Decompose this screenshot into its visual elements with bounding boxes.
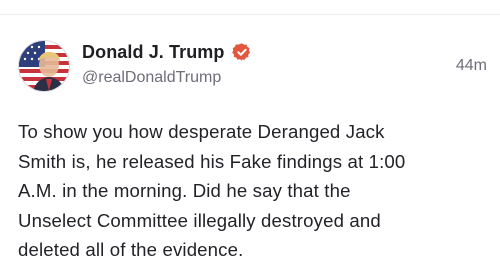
display-name-row: Donald J. Trump [82,40,252,64]
post-body-line: A.M. in the morning. Did he say that the [18,180,351,201]
post-card[interactable]: Donald J. Trump @realDonaldTrump 44m To … [0,0,500,272]
avatar[interactable] [18,40,70,92]
display-name[interactable]: Donald J. Trump [82,42,225,63]
post-body-line: deleted all of the evidence. [18,239,244,260]
post-body-line: Unselect Committee illegally destroyed a… [18,209,381,231]
post-body-line: To show you how desperate Deranged Jack [18,121,385,142]
post-body: To show you how desperate Deranged Jack … [18,117,488,265]
verified-badge-icon [231,42,252,62]
user-handle[interactable]: @realDonaldTrump [82,69,221,87]
post-body-line: Smith is, he released his Fake findings … [18,150,406,172]
post-timestamp[interactable]: 44m [456,57,487,75]
avatar-image [19,41,69,91]
